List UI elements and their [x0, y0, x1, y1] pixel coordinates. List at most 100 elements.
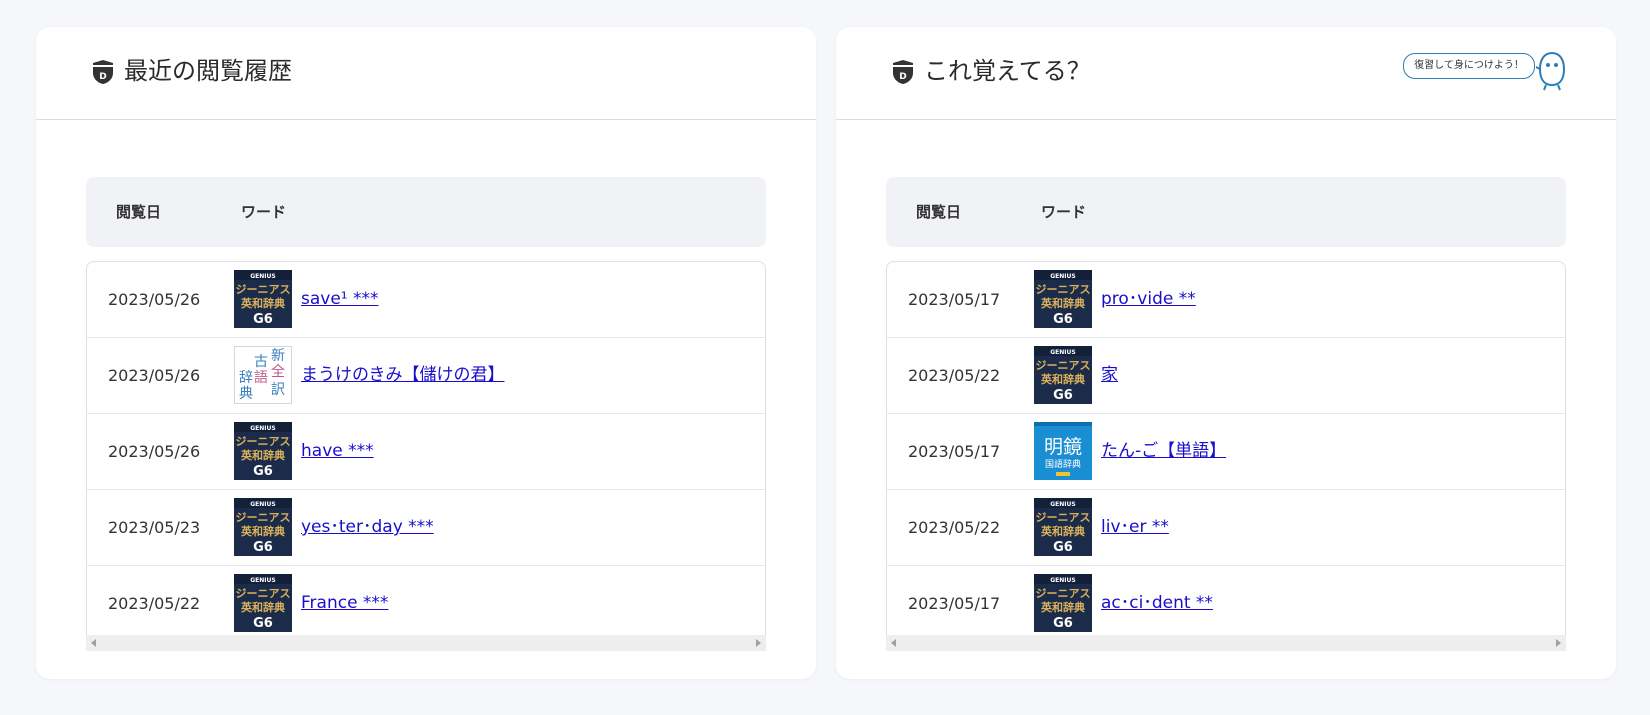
word-link[interactable]: たん-ご【単語】: [1101, 414, 1226, 489]
svg-text:GENIUS: GENIUS: [1050, 273, 1075, 280]
svg-text:G6: G6: [1053, 388, 1073, 403]
row-date: 2023/05/23: [108, 518, 201, 537]
dictionary-thumbnail: GENIUS ジーニアス 英和辞典 G6: [1034, 270, 1092, 328]
dictionary-thumbnail: GENIUS ジーニアス 英和辞典 G6: [1034, 346, 1092, 404]
dictionary-badge-icon: D: [93, 60, 113, 84]
svg-text:GENIUS: GENIUS: [250, 501, 275, 508]
svg-text:辞: 辞: [239, 370, 253, 386]
svg-text:GENIUS: GENIUS: [250, 577, 275, 584]
table-header: 閲覧日 ワード: [86, 177, 766, 247]
svg-text:G6: G6: [253, 616, 273, 631]
meikyo-dictionary-icon: 明鏡国語辞典: [1034, 422, 1092, 480]
svg-text:D: D: [899, 72, 906, 82]
table-row: 2023/05/22 GENIUS ジーニアス 英和辞典 G6 France ***: [87, 566, 765, 636]
svg-text:英和辞典: 英和辞典: [240, 524, 285, 538]
dictionary-thumbnail: 明鏡 国語辞典: [1034, 422, 1092, 480]
word-link[interactable]: France ***: [301, 566, 388, 636]
svg-text:訳: 訳: [271, 382, 285, 398]
word-link[interactable]: liv･er **: [1101, 490, 1169, 565]
table-header: 閲覧日 ワード: [886, 177, 1566, 247]
table-row: 2023/05/17 GENIUS ジーニアス 英和辞典 G6 pro･vide **: [887, 262, 1565, 338]
row-date: 2023/05/26: [108, 442, 201, 461]
word-link[interactable]: 家: [1101, 338, 1118, 413]
svg-text:英和辞典: 英和辞典: [240, 448, 285, 462]
scroll-left-arrow-icon[interactable]: [891, 639, 896, 647]
column-header-date: 閲覧日: [916, 203, 962, 221]
word-link[interactable]: ac･ci･dent **: [1101, 566, 1213, 636]
svg-text:ジーニアス: ジーニアス: [1036, 359, 1091, 372]
genius-dictionary-icon: GENIUS ジーニアス英和辞典 G6: [234, 270, 292, 328]
svg-text:英和辞典: 英和辞典: [1040, 372, 1085, 386]
row-date: 2023/05/17: [908, 442, 1001, 461]
panel-title: これ覚えてる？: [924, 57, 1091, 85]
svg-text:国語辞典: 国語辞典: [1045, 458, 1081, 470]
svg-text:典: 典: [239, 386, 253, 402]
svg-text:GENIUS: GENIUS: [1050, 349, 1075, 356]
dictionary-thumbnail: GENIUS ジーニアス 英和辞典 G6: [234, 498, 292, 556]
scroll-left-arrow-icon[interactable]: [91, 639, 96, 647]
genius-dictionary-icon: GENIUS ジーニアス英和辞典 G6: [234, 498, 292, 556]
dictionary-thumbnail: GENIUS ジーニアス 英和辞典 G6: [1034, 574, 1092, 632]
svg-text:G6: G6: [253, 540, 273, 555]
kogo-dictionary-icon: 新古全語訳 辞典: [234, 346, 292, 404]
svg-text:ジーニアス: ジーニアス: [236, 283, 291, 296]
svg-text:G6: G6: [253, 464, 273, 479]
dictionary-thumbnail: GENIUS ジーニアス 英和辞典 G6: [234, 574, 292, 632]
svg-text:英和辞典: 英和辞典: [240, 296, 285, 310]
genius-dictionary-icon: GENIUS ジーニアス英和辞典 G6: [1034, 270, 1092, 328]
svg-text:全: 全: [271, 363, 285, 380]
dictionary-thumbnail: GENIUS ジーニアス 英和辞典 G6: [1034, 498, 1092, 556]
svg-text:ジーニアス: ジーニアス: [236, 511, 291, 524]
word-link[interactable]: まうけのきみ【儲けの君】: [301, 338, 505, 413]
svg-text:GENIUS: GENIUS: [1050, 577, 1075, 584]
row-date: 2023/05/17: [908, 290, 1001, 309]
scroll-right-arrow-icon[interactable]: [756, 639, 761, 647]
horizontal-scrollbar[interactable]: [886, 635, 1566, 651]
scroll-right-arrow-icon[interactable]: [1556, 639, 1561, 647]
svg-text:英和辞典: 英和辞典: [1040, 600, 1085, 614]
panel-header: D これ覚えてる？ 復習して身につけよう！: [836, 27, 1616, 120]
svg-text:語: 語: [254, 370, 268, 386]
column-header-date: 閲覧日: [116, 203, 162, 221]
panel-title: 最近の閲覧履歴: [124, 57, 292, 85]
row-date: 2023/05/22: [108, 594, 201, 613]
table-row: 2023/05/26 GENIUS ジーニアス 英和辞典 G6 save¹ ***: [87, 262, 765, 338]
svg-text:G6: G6: [253, 312, 273, 327]
svg-text:古: 古: [254, 354, 268, 370]
word-link[interactable]: save¹ ***: [301, 262, 379, 337]
svg-text:明鏡: 明鏡: [1044, 436, 1082, 458]
svg-text:GENIUS: GENIUS: [250, 425, 275, 432]
table-row: 2023/05/23 GENIUS ジーニアス 英和辞典 G6 yes･ter･day *…: [87, 490, 765, 566]
genius-dictionary-icon: GENIUS ジーニアス英和辞典 G6: [1034, 346, 1092, 404]
dictionary-thumbnail: 新古全語訳 辞典: [234, 346, 292, 404]
mascot-icon: [1536, 51, 1566, 91]
genius-dictionary-icon: GENIUS ジーニアス英和辞典 G6: [234, 422, 292, 480]
column-header-word: ワード: [241, 203, 287, 221]
row-date: 2023/05/26: [108, 290, 201, 309]
review-panel: D これ覚えてる？ 復習して身につけよう！ 閲覧日 ワード 2023/05/17…: [836, 27, 1616, 679]
table-row: 2023/05/17 明鏡 国語辞典 たん-ご【単語】: [887, 414, 1565, 490]
genius-dictionary-icon: GENIUS ジーニアス英和辞典 G6: [234, 574, 292, 632]
row-date: 2023/05/22: [908, 366, 1001, 385]
svg-text:ジーニアス: ジーニアス: [1036, 587, 1091, 600]
svg-text:G6: G6: [1053, 616, 1073, 631]
dictionary-badge-icon: D: [893, 60, 913, 84]
row-date: 2023/05/22: [908, 518, 1001, 537]
column-header-word: ワード: [1041, 203, 1087, 221]
svg-text:英和辞典: 英和辞典: [1040, 296, 1085, 310]
row-date: 2023/05/26: [108, 366, 201, 385]
dictionary-thumbnail: GENIUS ジーニアス 英和辞典 G6: [234, 422, 292, 480]
speech-bubble: 復習して身につけよう！: [1403, 53, 1535, 79]
svg-text:G6: G6: [1053, 312, 1073, 327]
word-link[interactable]: have ***: [301, 414, 374, 489]
svg-text:G6: G6: [1053, 540, 1073, 555]
svg-text:英和辞典: 英和辞典: [1040, 524, 1085, 538]
horizontal-scrollbar[interactable]: [86, 635, 766, 651]
dictionary-thumbnail: GENIUS ジーニアス 英和辞典 G6: [234, 270, 292, 328]
word-link[interactable]: yes･ter･day ***: [301, 490, 434, 565]
svg-text:新: 新: [271, 348, 285, 364]
word-link[interactable]: pro･vide **: [1101, 262, 1196, 337]
history-table: 2023/05/26 GENIUS ジーニアス 英和辞典 G6 save¹ *** 2023…: [86, 261, 766, 637]
row-date: 2023/05/17: [908, 594, 1001, 613]
svg-text:GENIUS: GENIUS: [1050, 501, 1075, 508]
